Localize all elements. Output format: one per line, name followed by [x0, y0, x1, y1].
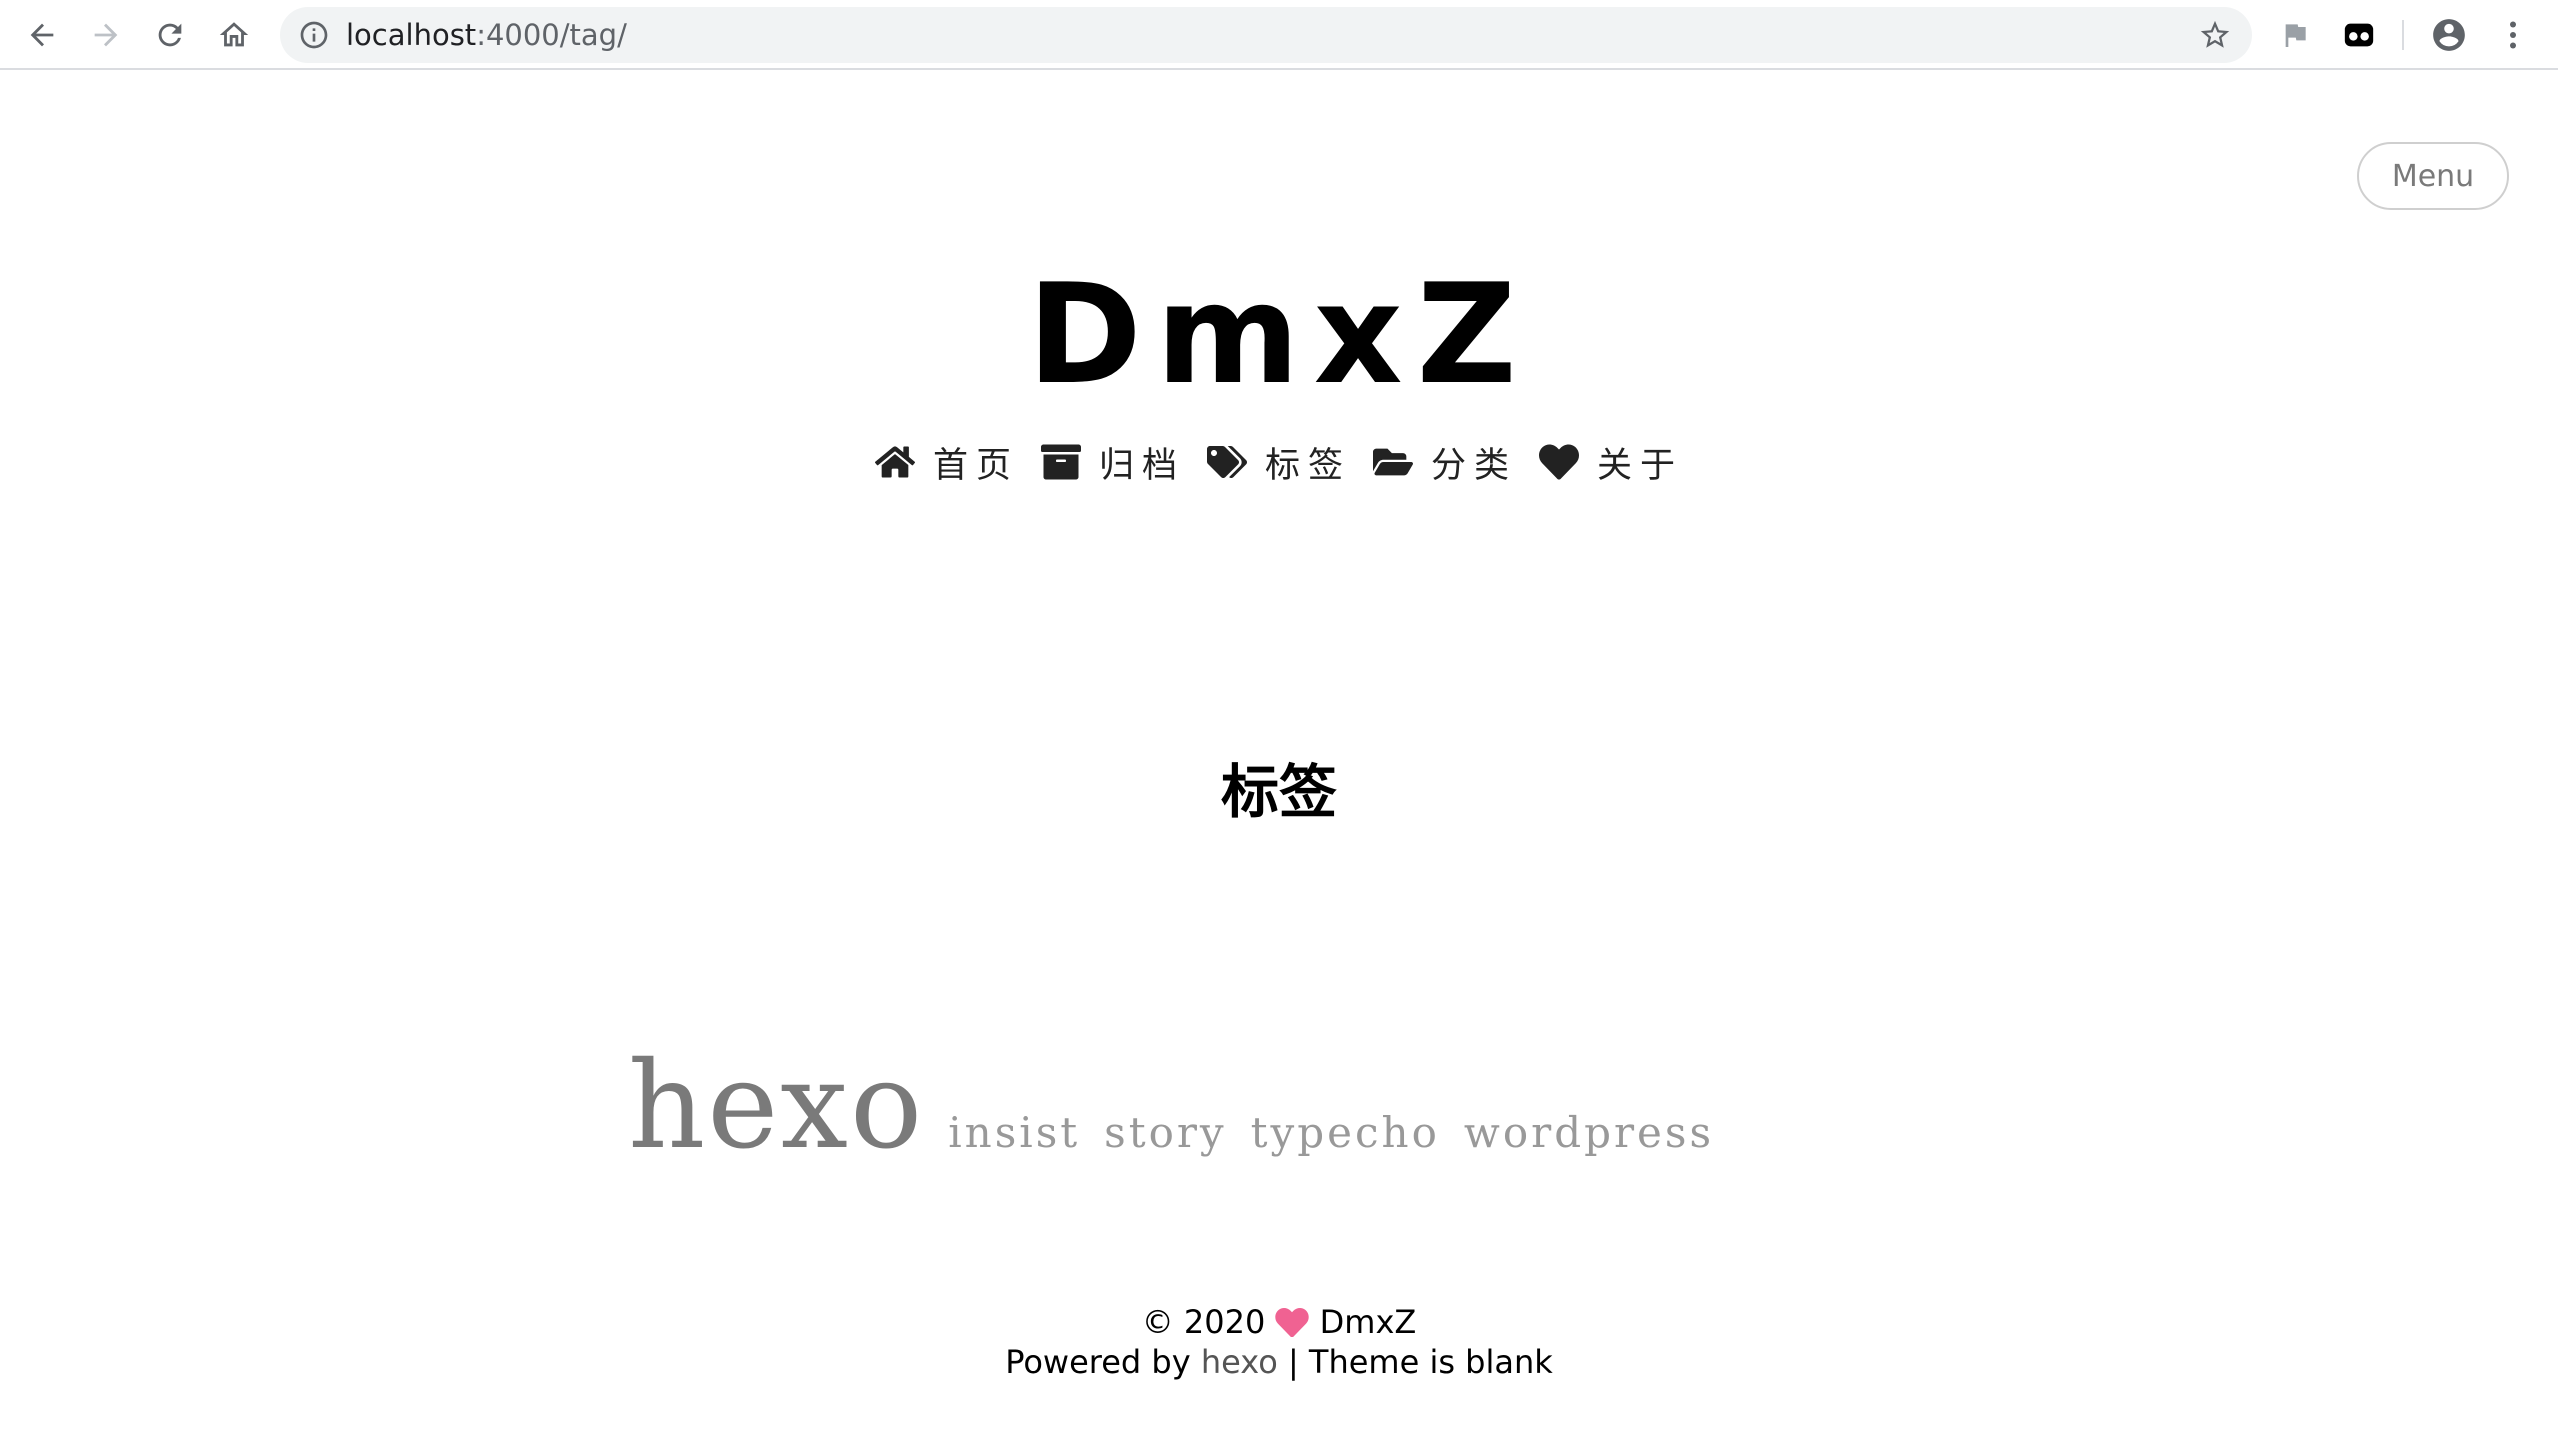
footer-author: DmxZ — [1319, 1303, 1417, 1341]
folder-open-icon — [1373, 448, 1413, 476]
toolbar-separator — [2402, 20, 2404, 50]
bookmark-star-icon[interactable] — [2198, 18, 2232, 52]
forward-button[interactable] — [84, 13, 128, 57]
flag-icon — [2285, 24, 2306, 47]
powered-by-text: Powered by — [1005, 1343, 1191, 1381]
nav-item-home[interactable]: 首页 — [874, 437, 1019, 488]
tag-link-hexo[interactable]: hexo — [628, 1037, 924, 1176]
url-path: :4000/tag/ — [476, 18, 627, 52]
more-vert-icon — [2510, 21, 2516, 49]
url-text[interactable]: localhost:4000/tag/ — [346, 19, 627, 51]
back-button[interactable] — [20, 13, 64, 57]
footer-heart-icon — [1275, 1308, 1310, 1337]
nav-item-categories[interactable]: 分类 — [1373, 437, 1517, 488]
tag-link-wordpress[interactable]: wordpress — [1464, 1108, 1714, 1157]
home-button[interactable] — [212, 13, 256, 57]
footer-powered: Powered by hexo | Theme is blank — [0, 1342, 2558, 1382]
nav-label-categories: 分类 — [1431, 445, 1518, 486]
browser-menu-button[interactable] — [2494, 16, 2532, 54]
url-host: localhost — [346, 18, 477, 52]
tag-link-story[interactable]: story — [1104, 1108, 1227, 1157]
account-circle-icon — [2433, 19, 2465, 51]
nav-item-archive[interactable]: 归档 — [1040, 437, 1185, 488]
nav-item-about[interactable]: 关于 — [1539, 437, 1683, 488]
home-outline-icon — [219, 22, 249, 47]
tag-link-typecho[interactable]: typecho — [1251, 1108, 1440, 1157]
nav-label-about: 关于 — [1597, 445, 1684, 486]
reload-button[interactable] — [148, 13, 192, 57]
site-info-icon[interactable] — [298, 19, 330, 51]
nav-label-archive: 归档 — [1098, 445, 1185, 486]
tags-icon — [1206, 446, 1247, 478]
home-icon — [874, 446, 915, 478]
page-content: Menu DmxZ 首页 归档 标签 分类 关于 标签 hexo insist … — [0, 72, 2558, 1449]
extension-glasses-button[interactable] — [2340, 16, 2378, 54]
back-arrow-icon — [30, 23, 54, 47]
footer-copyright: © 2020 DmxZ — [0, 1302, 2558, 1342]
extension-flag-button[interactable] — [2276, 16, 2314, 54]
browser-toolbar: localhost:4000/tag/ — [0, 0, 2558, 70]
tag-link-insist[interactable]: insist — [948, 1108, 1080, 1157]
page-title: 标签 — [1220, 758, 1337, 826]
archive-icon — [1040, 444, 1081, 480]
extension-glasses-icon — [2344, 23, 2374, 47]
nav-item-tags[interactable]: 标签 — [1206, 437, 1351, 488]
site-title[interactable]: DmxZ — [0, 260, 2558, 410]
theme-text: | Theme is blank — [1287, 1343, 1553, 1381]
forward-arrow-icon — [94, 23, 118, 47]
profile-button[interactable] — [2430, 16, 2468, 54]
reload-icon — [158, 23, 182, 47]
address-bar[interactable]: localhost:4000/tag/ — [280, 7, 2252, 63]
site-nav: 首页 归档 标签 分类 关于 — [0, 432, 2558, 492]
heart-icon — [1539, 444, 1580, 480]
hexo-link[interactable]: hexo — [1201, 1343, 1278, 1381]
footer: © 2020 DmxZ Powered by hexo | Theme is b… — [0, 1302, 2558, 1382]
tag-cloud: hexo insist story typecho wordpress — [628, 1037, 1714, 1177]
copyright-text: © 2020 — [1141, 1303, 1266, 1341]
nav-label-home: 首页 — [932, 445, 1019, 486]
nav-label-tags: 标签 — [1264, 445, 1351, 486]
menu-button[interactable]: Menu — [2357, 142, 2509, 210]
